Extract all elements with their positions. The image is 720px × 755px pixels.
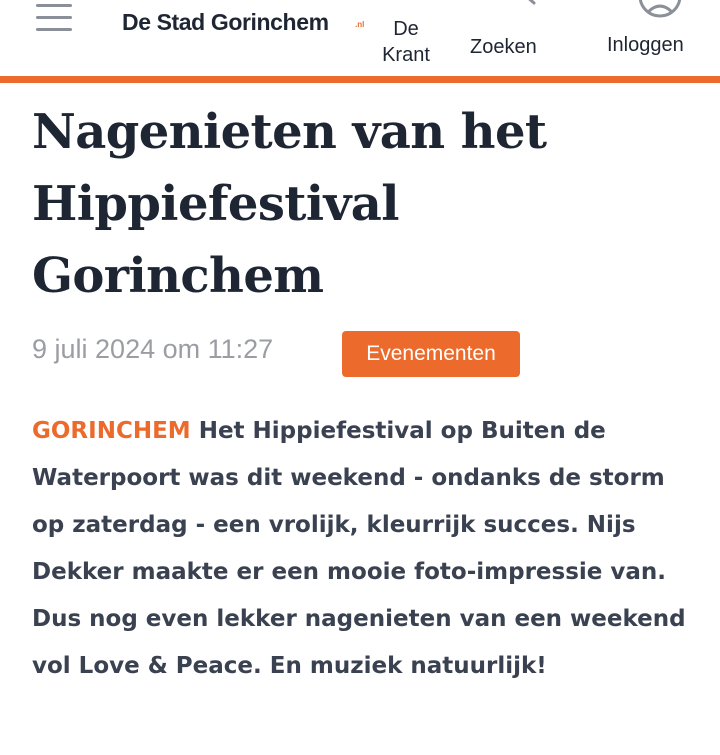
menu-icon[interactable] <box>36 4 72 32</box>
header-divider <box>0 76 720 83</box>
nav-krant[interactable]: De Krant <box>374 16 438 68</box>
article-date: 9 juli 2024 om 11:27 <box>32 334 274 364</box>
article-lead-text: Het Hippiefestival op Buiten de Waterpoo… <box>32 418 686 679</box>
nav-inloggen[interactable]: Inloggen <box>607 34 684 57</box>
logo-tld: .nl <box>355 20 365 29</box>
site-header: De Stad Gorinchem .nl De Krant Zoeken In… <box>0 0 720 78</box>
article-title: Nagenieten van het Hippiefestival Gorinc… <box>32 104 547 304</box>
article-lead: GORINCHEM Het Hippiefestival op Buiten d… <box>32 408 692 690</box>
article-dateline: GORINCHEM <box>32 418 191 444</box>
search-icon[interactable] <box>508 0 538 6</box>
user-icon[interactable] <box>636 0 684 20</box>
logo-text: De Stad Gorinchem <box>122 9 329 35</box>
category-badge[interactable]: Evenementen <box>342 331 520 377</box>
nav-zoeken[interactable]: Zoeken <box>470 36 537 59</box>
site-logo[interactable]: De Stad Gorinchem .nl <box>122 2 372 42</box>
